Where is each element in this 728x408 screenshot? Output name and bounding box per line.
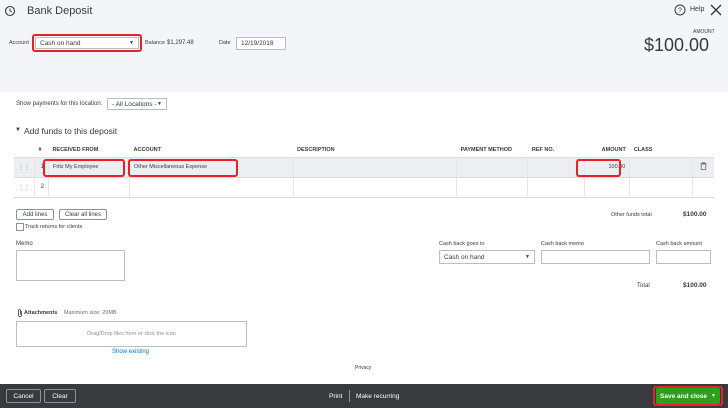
row-number: 1: [34, 157, 49, 178]
received-from-cell[interactable]: Fritz My Employee: [48, 157, 131, 178]
table-header-row: # RECEIVED FROM ACCOUNT DESCRIPTION PAYM…: [14, 143, 714, 158]
column-header-payment-method: PAYMENT METHOD: [456, 143, 528, 158]
chevron-down-icon: ▼: [157, 101, 162, 107]
location-filter-select[interactable]: - All Locations - ▼: [107, 98, 167, 110]
chevron-down-icon: ▼: [525, 254, 530, 260]
cash-back-memo-field[interactable]: [541, 250, 650, 264]
cash-back-account-value: Cash on hand: [444, 253, 485, 261]
class-cell[interactable]: [629, 177, 693, 198]
drop-zone-text: Drag/Drop files here or click the icon: [87, 331, 176, 337]
track-returns-label: Track returns for clients: [25, 224, 83, 230]
amount-cell[interactable]: 100.00: [584, 157, 631, 178]
account-select[interactable]: Cash on hand ▼: [35, 37, 139, 49]
cash-back-amount-label: Cash back amount: [656, 241, 702, 247]
drag-handle-icon[interactable]: ⋮⋮: [14, 157, 35, 178]
column-header-ref-no: REF NO.: [527, 143, 585, 158]
help-icon[interactable]: ?: [674, 4, 686, 16]
history-icon[interactable]: [4, 5, 16, 17]
cash-back-goes-to-label: Cash back goes to: [439, 241, 485, 247]
close-icon[interactable]: [710, 4, 722, 16]
attachments-max-size: Maximum size: 20MB: [64, 310, 117, 316]
clear-all-lines-button[interactable]: Clear all lines: [59, 209, 107, 220]
chevron-down-icon[interactable]: ▼: [711, 393, 716, 399]
table-row[interactable]: ⋮⋮ 2: [14, 177, 714, 198]
account-cell[interactable]: Other Miscellaneous Expense: [129, 157, 294, 178]
track-returns-checkbox[interactable]: [16, 223, 24, 231]
payment-method-cell[interactable]: [456, 177, 529, 198]
section-title: Add funds to this deposit: [24, 126, 118, 136]
column-header-num: #: [34, 143, 49, 158]
balance-value: $1,297.48: [167, 40, 194, 46]
column-header-account: ACCOUNT: [129, 143, 294, 158]
page-title: Bank Deposit: [27, 5, 93, 17]
location-filter-value: - All Locations -: [112, 100, 157, 108]
add-lines-button[interactable]: Add lines: [16, 209, 54, 220]
ref-no-cell[interactable]: [527, 177, 585, 198]
date-label: Date: [219, 40, 231, 46]
help-link[interactable]: Help: [690, 6, 704, 13]
ref-no-cell[interactable]: [527, 157, 585, 178]
amount-cell[interactable]: [584, 177, 631, 198]
deposit-lines-table: # RECEIVED FROM ACCOUNT DESCRIPTION PAYM…: [14, 143, 714, 198]
other-funds-label: Other funds total: [611, 212, 652, 218]
privacy-link[interactable]: Privacy: [355, 365, 371, 371]
make-recurring-button[interactable]: Make recurring: [356, 389, 399, 403]
drag-column-header: [14, 143, 35, 158]
footer-divider: [349, 390, 350, 402]
table-row[interactable]: ⋮⋮ 1 Fritz My Employee Other Miscellaneo…: [14, 157, 714, 178]
collapse-caret-icon[interactable]: ▼: [15, 127, 21, 133]
description-cell[interactable]: [293, 177, 458, 198]
class-cell[interactable]: [629, 157, 693, 178]
total-label: Total: [637, 283, 650, 289]
cash-back-account-select[interactable]: Cash on hand ▼: [439, 250, 535, 264]
drag-handle-icon[interactable]: ⋮⋮: [14, 177, 35, 198]
footer-bar: Cancel Clear Print Make recurring Save a…: [0, 384, 728, 408]
account-label: Account: [9, 40, 29, 46]
location-filter-label: Show payments for this location:: [16, 101, 103, 107]
column-header-class: CLASS: [629, 143, 693, 158]
save-and-close-label: Save and close: [660, 392, 707, 400]
row-number: 2: [34, 177, 49, 198]
column-header-received-from: RECEIVED FROM: [48, 143, 130, 158]
print-button[interactable]: Print: [329, 389, 342, 403]
cash-back-amount-field[interactable]: [656, 250, 711, 264]
attachment-drop-zone[interactable]: Drag/Drop files here or click the icon: [16, 321, 247, 347]
chevron-down-icon: ▼: [129, 40, 134, 46]
cash-back-memo-label: Cash back memo: [541, 241, 584, 247]
attachments-label: Attachments: [24, 310, 58, 316]
trash-column-header: [692, 143, 714, 158]
column-header-amount: AMOUNT: [584, 143, 630, 158]
other-funds-value: $100.00: [683, 211, 707, 218]
deposit-amount: $100.00: [644, 35, 710, 55]
total-value: $100.00: [683, 282, 707, 289]
received-from-cell[interactable]: [48, 177, 131, 198]
payment-method-cell[interactable]: [456, 157, 529, 178]
account-select-value: Cash on hand: [40, 39, 81, 47]
cancel-button[interactable]: Cancel: [6, 389, 41, 403]
memo-label: Memo: [16, 241, 33, 247]
balance-label: Balance: [145, 40, 165, 46]
save-and-close-button[interactable]: Save and close ▼: [656, 388, 720, 404]
show-existing-link[interactable]: Show existing: [112, 349, 149, 355]
trash-icon[interactable]: [692, 157, 714, 178]
description-cell[interactable]: [293, 157, 458, 178]
paperclip-icon: [17, 309, 23, 317]
account-cell[interactable]: [129, 177, 294, 198]
column-header-description: DESCRIPTION: [293, 143, 457, 158]
trash-cell: [692, 177, 714, 198]
memo-field[interactable]: [16, 250, 125, 281]
clear-button[interactable]: Clear: [44, 389, 76, 403]
svg-text:?: ?: [678, 8, 682, 15]
date-field[interactable]: [236, 37, 286, 50]
